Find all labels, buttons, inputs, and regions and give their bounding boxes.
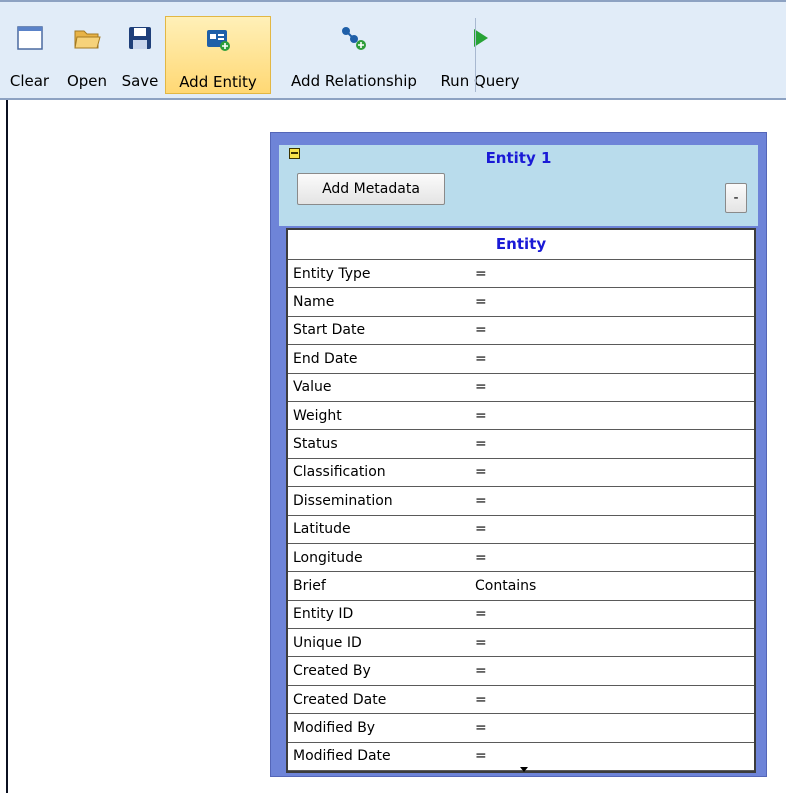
table-row[interactable]: Modified By = [288,714,754,743]
toolbar-separator [475,18,476,92]
attribute-name: Start Date [293,322,366,339]
attribute-name: Longitude [293,549,363,566]
grid-rows: Entity Type = Name = Start Date = End Date = Val… [288,260,754,772]
save-button[interactable]: Save [115,16,165,94]
run-query-button[interactable]: Run Query [437,16,523,94]
table-row[interactable]: Entity Type = [288,260,754,289]
attribute-operator[interactable]: = [473,436,487,452]
table-row[interactable]: Unique ID = [288,629,754,658]
table-row[interactable]: Weight = [288,402,754,431]
attribute-name: Brief [293,577,326,594]
attribute-operator[interactable]: = [473,550,487,566]
table-row[interactable]: Value = [288,374,754,402]
table-row[interactable]: Brief Contains [288,572,754,601]
add-entity-icon [207,30,230,51]
attribute-name: Modified By [293,719,376,736]
entity-panel[interactable]: Entity 1 Add Metadata - Entity Entity Ty… [270,132,767,777]
toolbar: Clear Open Save Add Entity Add Relations… [0,0,786,100]
grid-header: Entity [288,230,754,260]
attribute-operator[interactable]: = [473,322,487,338]
table-row[interactable]: Classification = [288,459,754,488]
open-button[interactable]: Open [59,16,115,94]
run-query-label: Run Query [440,72,520,90]
add-metadata-button[interactable]: Add Metadata [297,173,445,205]
attribute-operator[interactable]: = [473,351,487,367]
folder-open-icon [74,30,101,49]
attribute-operator[interactable]: = [473,663,487,679]
attribute-operator[interactable]: Contains [473,578,536,594]
attribute-name: Unique ID [293,634,362,651]
table-row[interactable]: Start Date = [288,317,754,346]
attribute-operator[interactable]: = [473,294,487,310]
attribute-name: Modified Date [293,748,391,765]
canvas-left-border [6,100,8,793]
table-row[interactable]: Created By = [288,657,754,686]
add-entity-label: Add Entity [179,73,257,91]
save-label: Save [121,72,159,90]
table-row[interactable]: Dissemination = [288,487,754,516]
entity-attribute-grid: Entity Entity Type = Name = Start Date = End D… [286,228,756,773]
add-entity-button[interactable]: Add Entity [165,16,271,94]
attribute-operator[interactable]: = [473,408,487,424]
attribute-name: Created Date [293,691,387,708]
table-row[interactable]: Latitude = [288,516,754,544]
entity-panel-title: Entity 1 [485,149,552,167]
attribute-operator[interactable]: = [473,606,487,622]
toolbar-button-group: Clear Open Save Add Entity Add Relations… [0,16,523,94]
attribute-operator[interactable]: = [473,692,487,708]
attribute-operator[interactable]: = [473,493,487,509]
attribute-operator[interactable]: = [473,748,487,764]
attribute-name: Weight [293,407,342,424]
table-row[interactable]: Longitude = [288,544,754,573]
add-relationship-icon [342,27,366,50]
table-row[interactable]: Status = [288,430,754,459]
attribute-name: Value [293,379,332,396]
entity-panel-header: Entity 1 Add Metadata - [279,145,758,226]
clear-label: Clear [9,72,50,90]
attribute-operator[interactable]: = [473,635,487,651]
table-row[interactable]: Created Date = [288,686,754,715]
table-row[interactable]: End Date = [288,345,754,374]
play-icon [474,29,488,47]
attribute-operator[interactable]: = [473,521,487,537]
attribute-name: Entity Type [293,265,371,282]
add-relationship-button[interactable]: Add Relationship [271,16,437,94]
table-row[interactable]: Entity ID = [288,601,754,630]
attribute-name: Name [293,294,335,311]
scroll-down-arrow-icon[interactable] [520,767,528,772]
attribute-operator[interactable]: = [473,720,487,736]
attribute-operator[interactable]: = [473,379,487,395]
attribute-operator[interactable]: = [473,266,487,282]
attribute-name: Entity ID [293,606,354,623]
attribute-name: Latitude [293,521,351,538]
open-label: Open [66,72,108,90]
attribute-name: Status [293,436,338,453]
attribute-name: Dissemination [293,492,393,509]
attribute-name: Created By [293,663,371,680]
attribute-name: End Date [293,350,358,367]
add-relationship-label: Add Relationship [291,72,417,90]
table-row[interactable]: Name = [288,288,754,317]
floppy-disk-icon [129,27,151,49]
clear-icon [16,26,43,50]
attribute-operator[interactable]: = [473,464,487,480]
clear-button[interactable]: Clear [0,16,59,94]
attribute-name: Classification [293,464,386,481]
minimize-button[interactable]: - [725,183,747,213]
